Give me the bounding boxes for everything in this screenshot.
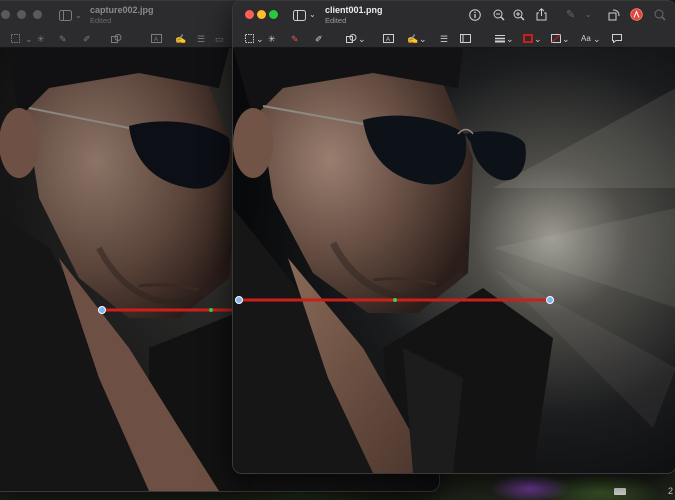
chevron-down-icon[interactable]: ⌄ [562, 33, 570, 45]
sketch-icon[interactable]: ✎ [291, 33, 299, 45]
rect-select-icon[interactable] [245, 33, 254, 45]
chevron-down-icon[interactable]: ⌄ [256, 33, 264, 45]
chevron-down-icon[interactable]: ⌄ [506, 33, 514, 45]
adjust-color-icon[interactable]: ☰ [440, 33, 448, 45]
magic-select-icon[interactable]: ✳ [268, 33, 276, 45]
markup-icon[interactable] [630, 8, 643, 21]
front-image-canvas[interactable] [233, 48, 675, 473]
minimize-button[interactable] [257, 10, 266, 19]
rotate-icon[interactable] [608, 9, 620, 21]
edited-status: Edited [325, 16, 347, 25]
line-start-handle [235, 296, 243, 304]
window-title: client001.png [325, 5, 383, 15]
close-button[interactable] [245, 10, 254, 19]
shapes-icon[interactable] [346, 33, 357, 45]
chevron-down-icon[interactable]: ⌄ [309, 9, 316, 21]
font-icon[interactable]: Aa [581, 33, 591, 45]
sidebar-toggle-icon[interactable] [293, 10, 307, 21]
chevron-down-icon[interactable]: ⌄ [358, 33, 366, 45]
note-icon[interactable] [612, 33, 622, 45]
red-line-annotation[interactable] [233, 48, 675, 473]
draw-icon[interactable]: ✐ [315, 33, 323, 45]
fill-color-icon[interactable] [551, 33, 561, 45]
search-icon[interactable] [654, 9, 666, 21]
front-markup-toolbar: ⌄ ✳ ✎ ✐ ⌄ A ✍ ⌄ ☰ ⌄ ⌄ ⌄ Aa ⌄ [233, 31, 675, 48]
chevron-down-icon[interactable]: ⌄ [419, 33, 427, 45]
crop-icon[interactable] [460, 33, 471, 45]
info-icon[interactable] [469, 9, 481, 21]
highlight-icon[interactable]: ✎ [566, 9, 575, 21]
share-icon[interactable] [536, 8, 547, 21]
zoom-out-icon[interactable] [493, 9, 505, 21]
front-preview-window[interactable]: ⌄ client001.png Edited ✎ ⌄ ⌄ ✳ ✎ ✐ ⌄ A ✍… [232, 0, 675, 474]
line-end-handle [546, 296, 554, 304]
zoom-button[interactable] [269, 10, 278, 19]
line-style-icon[interactable] [495, 33, 505, 45]
chevron-down-icon[interactable]: ⌄ [585, 9, 592, 21]
chevron-down-icon[interactable]: ⌄ [534, 33, 542, 45]
zoom-in-icon[interactable] [513, 9, 525, 21]
chevron-down-icon[interactable]: ⌄ [593, 33, 601, 45]
svg-text:A: A [386, 37, 390, 43]
text-icon[interactable]: A [383, 33, 394, 45]
front-title-bar[interactable]: ⌄ client001.png Edited ✎ ⌄ [233, 1, 675, 31]
sign-icon[interactable]: ✍ [407, 33, 418, 45]
line-midpoint-handle [393, 298, 397, 302]
border-color-icon[interactable] [523, 33, 533, 45]
